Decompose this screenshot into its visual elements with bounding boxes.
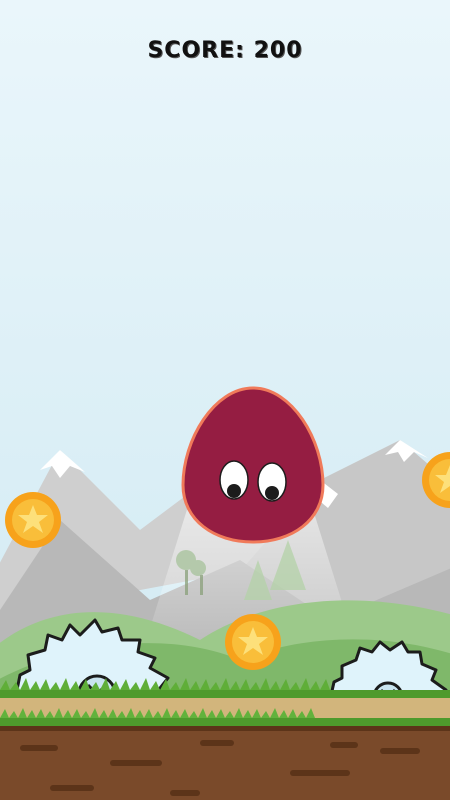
- score-label: SCORE:: [147, 38, 245, 63]
- coin-middle: [225, 614, 281, 670]
- coin-left: [5, 492, 61, 548]
- game-scene[interactable]: [0, 0, 450, 800]
- score-display: SCORE: 200: [0, 38, 450, 63]
- score-value: 200: [253, 38, 303, 63]
- ground: [0, 678, 450, 800]
